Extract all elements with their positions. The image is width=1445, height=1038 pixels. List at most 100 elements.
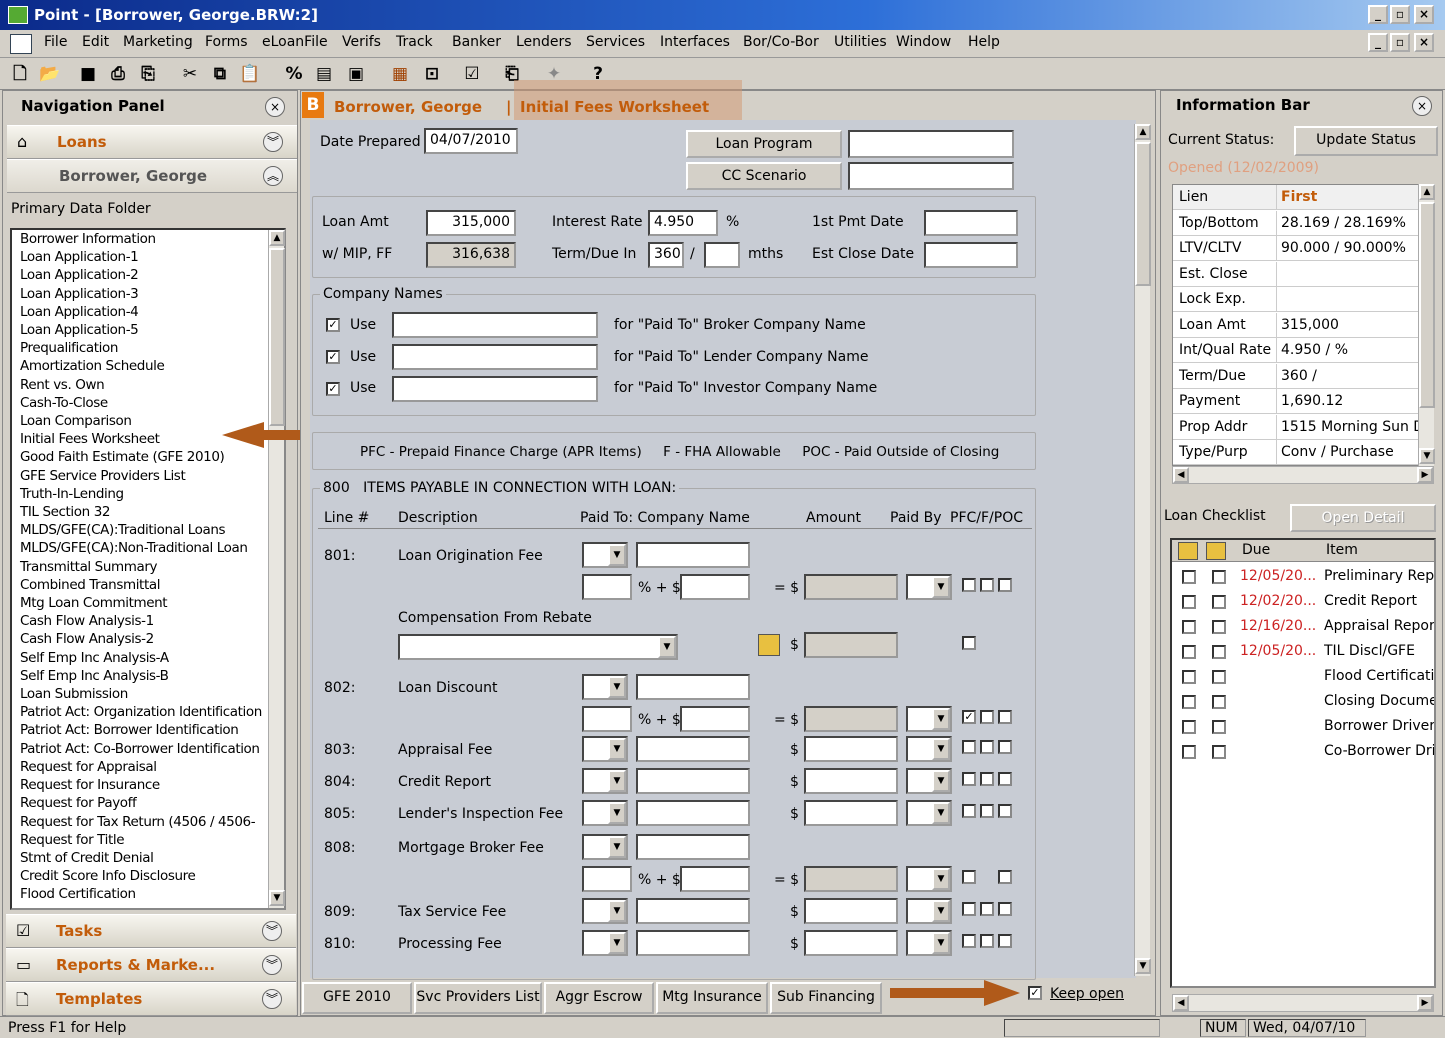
pfc-checkbox[interactable]: [998, 740, 1012, 754]
form-scroll-thumb[interactable]: [1135, 142, 1151, 286]
checklist-icon[interactable]: ☑: [460, 62, 484, 86]
loan-program-button[interactable]: Loan Program: [686, 130, 842, 158]
menu-file[interactable]: File: [44, 34, 67, 50]
received-checkbox[interactable]: [1212, 645, 1226, 659]
tab-sub-financing[interactable]: Sub Financing: [770, 982, 882, 1014]
nav-list-item[interactable]: Borrower Information: [16, 230, 284, 248]
pfc-checkbox[interactable]: [980, 902, 994, 916]
paid-by-combo[interactable]: ▼: [906, 706, 952, 732]
complete-checkbox[interactable]: [1182, 595, 1196, 609]
checklist-row[interactable]: 12/16/20... Appraisal Report: [1172, 616, 1434, 641]
inbox-icon[interactable]: ⊡: [420, 62, 444, 86]
nav-templates-bar[interactable]: 🗋 Templates ︾: [6, 982, 296, 1016]
paid-to-type-combo[interactable]: ▼: [582, 800, 628, 826]
calculator-icon[interactable]: ▤: [312, 62, 336, 86]
copy-icon[interactable]: ⧉: [208, 62, 232, 86]
fixed-amount-input[interactable]: [680, 574, 750, 600]
checklist-hscrollbar[interactable]: ◀ ▶: [1172, 994, 1434, 1012]
pfc-checkbox[interactable]: [980, 804, 994, 818]
menu-track[interactable]: Track: [396, 34, 433, 50]
pfc-checkbox[interactable]: [962, 740, 976, 754]
poc-checkbox[interactable]: [998, 578, 1012, 592]
dropdown-arrow-icon[interactable]: ▼: [608, 900, 626, 922]
loan-program-input[interactable]: [848, 130, 1014, 158]
paid-to-company-input[interactable]: [636, 736, 750, 762]
dropdown-arrow-icon[interactable]: ▼: [932, 708, 950, 730]
mdi-minimize-button[interactable]: _: [1368, 33, 1388, 52]
pfc-checkbox[interactable]: [998, 772, 1012, 786]
checklist-row[interactable]: Co-Borrower Driv: [1172, 741, 1434, 766]
received-flag-icon[interactable]: [1206, 542, 1226, 560]
amount-input[interactable]: [804, 736, 898, 762]
menu-verifs[interactable]: Verifs: [342, 34, 381, 50]
nav-tasks-bar[interactable]: ☑ Tasks ︾: [6, 914, 296, 948]
keep-open-label[interactable]: Keep open: [1050, 986, 1124, 1002]
calculator-icon[interactable]: [758, 634, 780, 656]
use-investor-checkbox[interactable]: ✓: [326, 382, 340, 396]
dropdown-arrow-icon[interactable]: ▼: [608, 770, 626, 792]
percent-icon[interactable]: %: [282, 62, 306, 86]
tab-gfe-2010[interactable]: GFE 2010: [302, 982, 412, 1014]
nav-list-item[interactable]: Credit Score Info Disclosure: [16, 867, 284, 885]
nav-list-item[interactable]: Self Emp Inc Analysis-A: [16, 649, 284, 667]
term-input[interactable]: 360: [648, 242, 684, 268]
checklist-row[interactable]: Borrower Drivers: [1172, 716, 1434, 741]
pfc-checkbox[interactable]: [962, 804, 976, 818]
paid-to-type-combo[interactable]: ▼: [582, 898, 628, 924]
scroll-thumb[interactable]: [269, 248, 285, 426]
lender-company-input[interactable]: [392, 344, 598, 370]
nav-list-item[interactable]: GFE Service Providers List: [16, 467, 284, 485]
est-close-date-input[interactable]: [924, 242, 1018, 268]
complete-checkbox[interactable]: [1182, 720, 1196, 734]
pfc-checkbox[interactable]: [962, 870, 976, 884]
nav-list-item[interactable]: Good Faith Estimate (GFE 2010): [16, 448, 284, 466]
checklist-row[interactable]: 12/02/20... Credit Report: [1172, 591, 1434, 616]
paid-to-type-combo[interactable]: ▼: [582, 674, 628, 700]
paid-to-company-input[interactable]: [636, 834, 750, 860]
nav-list-item[interactable]: Rent vs. Own: [16, 376, 284, 394]
cc-scenario-input[interactable]: [848, 162, 1014, 190]
pfc-checkbox[interactable]: [998, 902, 1012, 916]
keep-open-checkbox[interactable]: ✓: [1028, 986, 1042, 1000]
amount-input[interactable]: [804, 898, 898, 924]
print-icon[interactable]: ⎙: [106, 62, 130, 86]
update-status-button[interactable]: Update Status: [1294, 126, 1438, 156]
minimize-button[interactable]: _: [1368, 5, 1388, 24]
nav-list-item[interactable]: Loan Application-1: [16, 248, 284, 266]
complete-checkbox[interactable]: [1182, 620, 1196, 634]
received-checkbox[interactable]: [1212, 695, 1226, 709]
maximize-button[interactable]: ▫: [1390, 5, 1410, 24]
checklist-row[interactable]: 12/05/20... TIL Discl/GFE: [1172, 641, 1434, 666]
paid-by-combo[interactable]: ▼: [906, 768, 952, 794]
close-button[interactable]: ×: [1414, 5, 1434, 24]
scroll-down-icon[interactable]: ▼: [269, 890, 285, 906]
expand-templates-icon[interactable]: ︾: [262, 989, 282, 1009]
fixed-amount-input[interactable]: [680, 706, 750, 732]
nav-list-item[interactable]: Loan Submission: [16, 685, 284, 703]
received-checkbox[interactable]: [1212, 620, 1226, 634]
menu-forms[interactable]: Forms: [205, 34, 248, 50]
new-file-icon[interactable]: 🗋: [8, 62, 32, 86]
nav-list-item[interactable]: Self Emp Inc Analysis-B: [16, 667, 284, 685]
menu-edit[interactable]: Edit: [82, 34, 109, 50]
nav-list-item[interactable]: MLDS/GFE(CA):Traditional Loans: [16, 521, 284, 539]
nav-list-item[interactable]: Cash-To-Close: [16, 394, 284, 412]
dropdown-arrow-icon[interactable]: ▼: [932, 738, 950, 760]
pfc-checkbox[interactable]: [980, 740, 994, 754]
dropdown-arrow-icon[interactable]: ▼: [608, 738, 626, 760]
complete-checkbox[interactable]: [1182, 695, 1196, 709]
forms-icon[interactable]: ▣: [344, 62, 368, 86]
dropdown-arrow-icon[interactable]: ▼: [932, 802, 950, 824]
pfc-checkbox[interactable]: [962, 772, 976, 786]
complete-checkbox[interactable]: [1182, 645, 1196, 659]
tab-aggr-escrow[interactable]: Aggr Escrow: [544, 982, 654, 1014]
menu-interfaces[interactable]: Interfaces: [660, 34, 730, 50]
checklist-row[interactable]: Closing Documer: [1172, 691, 1434, 716]
percent-input[interactable]: [582, 706, 632, 732]
nav-loans-bar[interactable]: ⌂ Loans ︾: [7, 125, 297, 159]
pfc-checkbox[interactable]: [962, 578, 976, 592]
info-scroll-right-icon[interactable]: ▶: [1417, 467, 1433, 483]
tab-mtg-insurance[interactable]: Mtg Insurance: [656, 982, 768, 1014]
paid-by-combo[interactable]: ▼: [906, 736, 952, 762]
nav-list-item[interactable]: MLDS/GFE(CA):Non-Traditional Loan: [16, 539, 284, 557]
